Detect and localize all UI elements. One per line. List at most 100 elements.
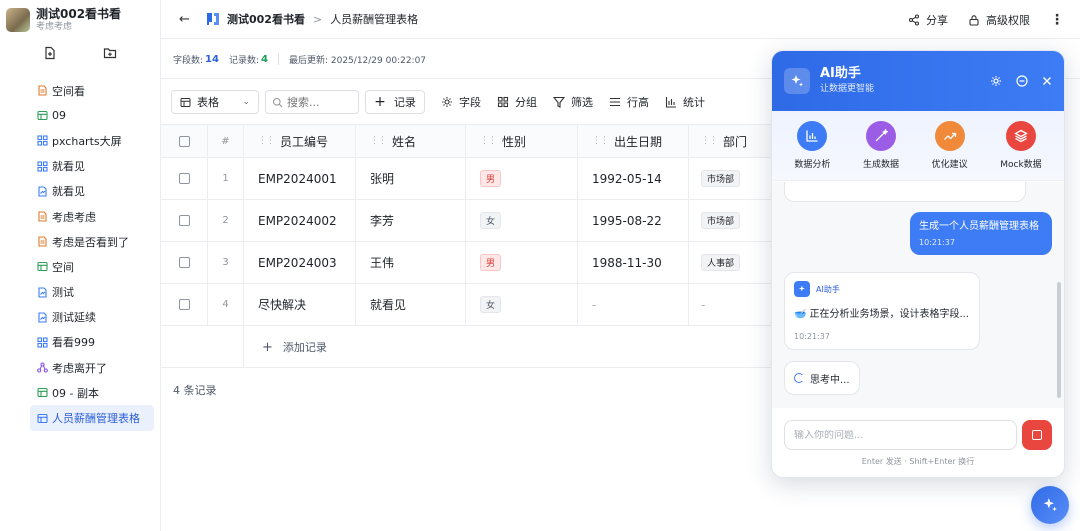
sidebar-item-label: 人员薪酬管理表格 (52, 412, 140, 426)
minimize-icon[interactable] (1016, 75, 1028, 87)
back-arrow-icon[interactable]: ← (179, 12, 193, 27)
gender-cell[interactable]: 女 (466, 284, 578, 325)
search-box[interactable] (265, 90, 359, 114)
row-select-cell[interactable] (161, 284, 208, 325)
new-folder-icon[interactable] (103, 46, 117, 60)
gender-cell[interactable]: 男 (466, 242, 578, 283)
gender-cell[interactable]: 女 (466, 200, 578, 241)
name-cell[interactable]: 就看见 (356, 284, 466, 325)
employee-id-cell[interactable]: EMP2024003 (244, 242, 356, 283)
quick-action[interactable]: Mock数据 (1000, 121, 1042, 170)
department-cell[interactable]: 人事部 (689, 242, 781, 283)
quick-action-label: 生成数据 (862, 160, 899, 170)
employee-id-cell[interactable]: 尽快解决 (244, 284, 356, 325)
row-select-cell[interactable] (161, 200, 208, 241)
sidebar-item[interactable]: 考虑是否看到了 (30, 229, 154, 254)
more-menu-icon[interactable]: ⋮ (1050, 12, 1064, 28)
bowl-icon: 🥣 (794, 309, 807, 320)
stats-button[interactable]: 统计 (665, 94, 705, 110)
add-record-button[interactable]: + 记录 (365, 90, 425, 114)
filter-label: 筛选 (571, 96, 593, 109)
drag-handle-icon[interactable]: ⋮⋮ (258, 136, 275, 146)
drag-handle-icon[interactable]: ⋮⋮ (480, 136, 497, 146)
birthdate-cell[interactable]: 1988-11-30 (578, 242, 689, 283)
table-row[interactable]: 2 EMP2024002 李芳女 1995-08-22 市场部 (161, 200, 781, 242)
name-cell[interactable]: 李芳 (356, 200, 466, 241)
row-checkbox[interactable] (178, 215, 190, 226)
header-employee-id[interactable]: ⋮⋮ 员工编号 (244, 125, 356, 157)
field-button[interactable]: 字段 (441, 94, 481, 110)
table-icon (36, 261, 48, 273)
row-index: 3 (208, 242, 244, 283)
sidebar-item[interactable]: 09 (30, 103, 154, 128)
name-cell[interactable]: 王伟 (356, 242, 466, 283)
breadcrumb-root[interactable]: 测试002看书看 (227, 11, 305, 27)
chat-input[interactable] (794, 429, 1007, 441)
chat-scrollbar[interactable] (1057, 282, 1061, 398)
birthdate-cell[interactable]: 1995-08-22 (578, 200, 689, 241)
header-birthdate[interactable]: ⋮⋮ 出生日期 (578, 125, 689, 157)
ai-fab-button[interactable] (1031, 486, 1069, 524)
birthdate-cell[interactable]: - (578, 284, 689, 325)
new-doc-icon[interactable] (43, 46, 57, 60)
chevron-down-icon: ⌄ (242, 97, 250, 107)
close-icon[interactable] (1042, 76, 1052, 86)
group-button[interactable]: 分组 (497, 94, 537, 110)
birthdate-cell[interactable]: 1992-05-14 (578, 158, 689, 199)
quick-actions: 数据分析 生成数据 优化建议 Mock数据 (772, 111, 1064, 181)
employee-id-cell[interactable]: EMP2024002 (244, 200, 356, 241)
chat-input-box[interactable] (784, 420, 1017, 450)
row-select-cell[interactable] (161, 242, 208, 283)
view-selector[interactable]: 表格 ⌄ (171, 90, 259, 114)
header-department[interactable]: ⋮⋮ 部门 (689, 125, 781, 157)
bot-message-time: 10:21:37 (794, 332, 830, 341)
table-row[interactable]: 3 EMP2024003 王伟男 1988-11-30 人事部 (161, 242, 781, 284)
header-gender[interactable]: ⋮⋮ 性别 (466, 125, 578, 157)
drag-handle-icon[interactable]: ⋮⋮ (370, 136, 387, 146)
mindmap-icon (36, 362, 48, 374)
drag-handle-icon[interactable]: ⋮⋮ (592, 136, 609, 146)
sidebar-item[interactable]: 人员薪酬管理表格 (30, 405, 154, 431)
quick-action[interactable]: 优化建议 (932, 121, 968, 170)
sidebar-item[interactable]: 09 - 副本 (30, 380, 154, 405)
sidebar-item[interactable]: pxcharts大屏 (30, 128, 154, 153)
sidebar-item-label: 看看999 (52, 336, 95, 350)
workspace-header[interactable]: 测试002看书看 考虑考虑 (0, 0, 160, 40)
row-select-cell[interactable] (161, 158, 208, 199)
add-record-row[interactable]: + 添加记录 (161, 326, 781, 368)
share-button[interactable]: 分享 (908, 12, 948, 28)
department-cell[interactable]: 市场部 (689, 158, 781, 199)
name-cell[interactable]: 张明 (356, 158, 466, 199)
sidebar-item[interactable]: 就看见 (30, 154, 154, 179)
row-checkbox[interactable] (178, 173, 190, 184)
employee-id-cell[interactable]: EMP2024001 (244, 158, 356, 199)
table-row[interactable]: 4 尽快解决 就看见女 - - (161, 284, 781, 326)
row-checkbox[interactable] (178, 257, 190, 268)
drag-handle-icon[interactable]: ⋮⋮ (701, 136, 718, 146)
sidebar-item[interactable]: 考虑考虑 (30, 204, 154, 229)
sidebar-item[interactable]: 考虑离开了 (30, 355, 154, 380)
stop-button[interactable] (1022, 420, 1052, 450)
settings-gear-icon[interactable] (990, 75, 1002, 87)
department-cell[interactable]: - (689, 284, 781, 325)
sidebar-item[interactable]: 测试延续 (30, 305, 154, 330)
quick-action[interactable]: 数据分析 (794, 121, 830, 170)
table-row[interactable]: 1 EMP2024001 张明男 1992-05-14 市场部 (161, 158, 781, 200)
quick-action[interactable]: 生成数据 (863, 121, 899, 170)
sidebar-item[interactable]: 空间 (30, 254, 154, 279)
row-height-button[interactable]: 行高 (609, 94, 649, 110)
sidebar-item[interactable]: 空间看 (30, 78, 154, 103)
gender-cell[interactable]: 男 (466, 158, 578, 199)
row-checkbox[interactable] (178, 299, 190, 310)
sidebar-item[interactable]: 就看见 (30, 179, 154, 204)
sidebar-item[interactable]: 测试 (30, 280, 154, 305)
filter-button[interactable]: 筛选 (553, 94, 593, 110)
search-input[interactable] (287, 95, 351, 109)
select-all-checkbox[interactable] (178, 135, 190, 147)
header-name[interactable]: ⋮⋮ 姓名 (356, 125, 466, 157)
permission-button[interactable]: 高级权限 (968, 12, 1030, 28)
table-icon (36, 387, 48, 399)
sidebar-item[interactable]: 看看999 (30, 330, 154, 355)
department-cell[interactable]: 市场部 (689, 200, 781, 241)
select-all-cell[interactable] (161, 125, 208, 157)
